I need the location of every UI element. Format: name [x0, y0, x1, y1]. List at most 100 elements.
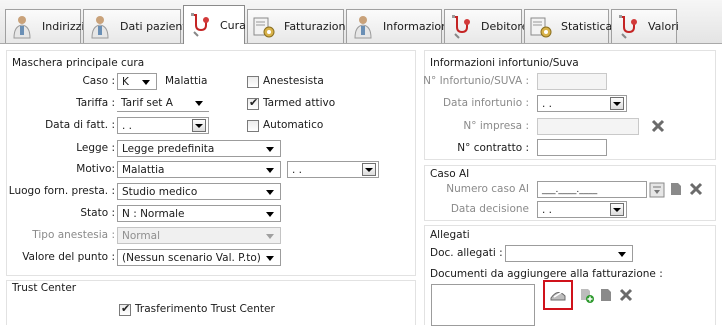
panel-title: Trust Center [12, 282, 77, 294]
tab-indirizzi[interactable]: Indirizzi [5, 9, 85, 43]
attachments-panel: Allegati Doc. allegati : Documenti da ag… [424, 225, 716, 326]
scan-document-icon[interactable] [549, 286, 567, 304]
contratto-field[interactable] [537, 139, 607, 156]
tab-debitore[interactable]: Debitore [444, 9, 528, 43]
tab-label: Valori [648, 20, 679, 33]
documenti-listbox[interactable] [431, 284, 535, 326]
automatico-checkbox[interactable] [247, 120, 259, 132]
tab-informazioni[interactable]: Informazioni [346, 9, 451, 43]
documenti-fatturazione-label: Documenti da aggiungere alla fatturazion… [430, 268, 663, 280]
caso-label: Caso : [82, 75, 115, 87]
chevron-down-icon [142, 80, 150, 85]
valore-punto-value: (Nessun scenario Val. P.to) [122, 251, 261, 264]
invoice-gear-icon [253, 17, 275, 37]
tab-label: Informazioni [383, 20, 452, 33]
contratto-label: N° contratto : [457, 142, 529, 154]
main-care-panel: Maschera principale cura Caso : K Malatt… [6, 50, 416, 276]
data-fatt-datepicker[interactable]: . . [117, 117, 209, 134]
numero-infortunio-label: N° Infortunio/SUVA : [423, 75, 529, 87]
calendar-dropdown-icon[interactable] [362, 163, 376, 176]
stethoscope-icon [619, 14, 637, 39]
tab-bar: Indirizzi Dati paziente Cura Fatturazion… [0, 0, 722, 44]
doctor-icon [354, 15, 372, 38]
luogo-label: Luogo forn. presta. : [8, 185, 115, 197]
data-fatt-value: . . [122, 119, 133, 132]
doc-allegati-label: Doc. allegati : [430, 247, 503, 259]
chevron-down-icon [266, 212, 274, 217]
caso-text: Malattia [165, 75, 208, 87]
stato-dropdown[interactable]: N : Normale [117, 205, 281, 222]
tipo-anestesia-value: Normal [122, 229, 160, 242]
panel-title: Informazioni infortunio/Suva [430, 57, 579, 69]
tab-cura[interactable]: Cura [183, 5, 246, 44]
caso-value: K [122, 75, 129, 88]
tab-label: Statistica [561, 20, 613, 33]
add-document-icon[interactable] [579, 288, 595, 304]
calendar-dropdown-icon[interactable] [192, 119, 206, 132]
tariffa-label: Tariffa : [76, 97, 115, 109]
tab-label: Debitore [481, 20, 529, 33]
doctor-icon [91, 15, 109, 38]
tab-fatturazione[interactable]: Fatturazione [247, 9, 352, 43]
tab-statistica[interactable]: Statistica [524, 9, 613, 43]
numero-infortunio-field[interactable] [537, 73, 607, 90]
close-icon[interactable] [689, 182, 703, 196]
tab-label: Fatturazione [284, 20, 353, 33]
chevron-down-icon [266, 234, 274, 239]
luogo-dropdown[interactable]: Studio medico [117, 183, 281, 200]
numero-caso-ai-label: Numero caso AI [446, 183, 529, 195]
trust-transfer-checkbox[interactable] [119, 302, 131, 316]
tab-valori[interactable]: Valori [611, 9, 679, 43]
calendar-dropdown-icon[interactable] [610, 203, 624, 216]
trust-center-panel: Trust Center Trasferimento Trust Center [6, 280, 416, 325]
tab-label: Cura [220, 18, 246, 32]
tipo-anestesia-dropdown: Normal [117, 227, 281, 244]
impresa-label: N° impresa : [463, 120, 529, 132]
doc-allegati-dropdown[interactable] [505, 245, 633, 262]
data-fatt-label: Data di fatt. : [45, 119, 115, 131]
motivo-value: Malattia [122, 163, 165, 176]
automatico-label: Automatico [263, 119, 324, 131]
data-infortunio-datepicker[interactable]: . . [537, 95, 627, 112]
impresa-field[interactable] [537, 118, 639, 135]
document-icon[interactable] [599, 288, 613, 302]
tariffa-value: Tarif set A [121, 97, 173, 109]
chevron-down-icon [266, 190, 274, 195]
calendar-dropdown-icon[interactable] [610, 97, 624, 110]
tab-label: Indirizzi [42, 20, 85, 33]
chevron-down-icon [266, 256, 274, 261]
legge-label: Legge : [76, 142, 115, 154]
chevron-down-icon [266, 168, 274, 173]
tab-dati-paziente[interactable]: Dati paziente [83, 9, 193, 43]
ai-case-panel: Caso AI Numero caso AI ___.____.____ Dat… [424, 165, 716, 221]
motivo-label: Motivo: [76, 163, 115, 175]
invoice-gear-icon [530, 17, 552, 37]
numero-caso-ai-field[interactable]: ___.____.____ [537, 181, 647, 198]
stato-value: N : Normale [122, 207, 185, 220]
luogo-value: Studio medico [122, 185, 198, 198]
motivo-datepicker[interactable]: . . [287, 161, 379, 178]
data-infortunio-value: . . [542, 97, 553, 110]
motivo-date-value: . . [292, 163, 303, 176]
close-icon[interactable] [651, 119, 665, 133]
data-decisione-value: . . [542, 203, 553, 216]
caso-dropdown[interactable]: K [117, 73, 157, 90]
chevron-down-icon [266, 147, 274, 152]
motivo-dropdown[interactable]: Malattia [117, 161, 281, 178]
tarmed-label: Tarmed attivo [263, 97, 336, 109]
search-list-icon[interactable] [649, 182, 665, 198]
panel-title: Maschera principale cura [12, 57, 145, 69]
close-icon[interactable] [619, 288, 633, 302]
accident-info-panel: Informazioni infortunio/Suva N° Infortun… [423, 50, 716, 160]
document-icon[interactable] [669, 182, 683, 196]
valore-punto-dropdown[interactable]: (Nessun scenario Val. P.to) [117, 249, 281, 266]
legge-dropdown[interactable]: Legge predefinita [117, 140, 281, 157]
panel-title: Allegati [430, 229, 470, 241]
tariffa-dropdown[interactable]: Tarif set A [117, 95, 209, 112]
trust-transfer-label: Trasferimento Trust Center [135, 303, 275, 315]
stethoscope-icon [191, 13, 209, 37]
anestesista-label: Anestesista [263, 75, 324, 87]
tarmed-checkbox[interactable] [247, 96, 259, 110]
data-decisione-datepicker[interactable]: . . [537, 201, 627, 218]
anestesista-checkbox[interactable] [247, 76, 259, 88]
